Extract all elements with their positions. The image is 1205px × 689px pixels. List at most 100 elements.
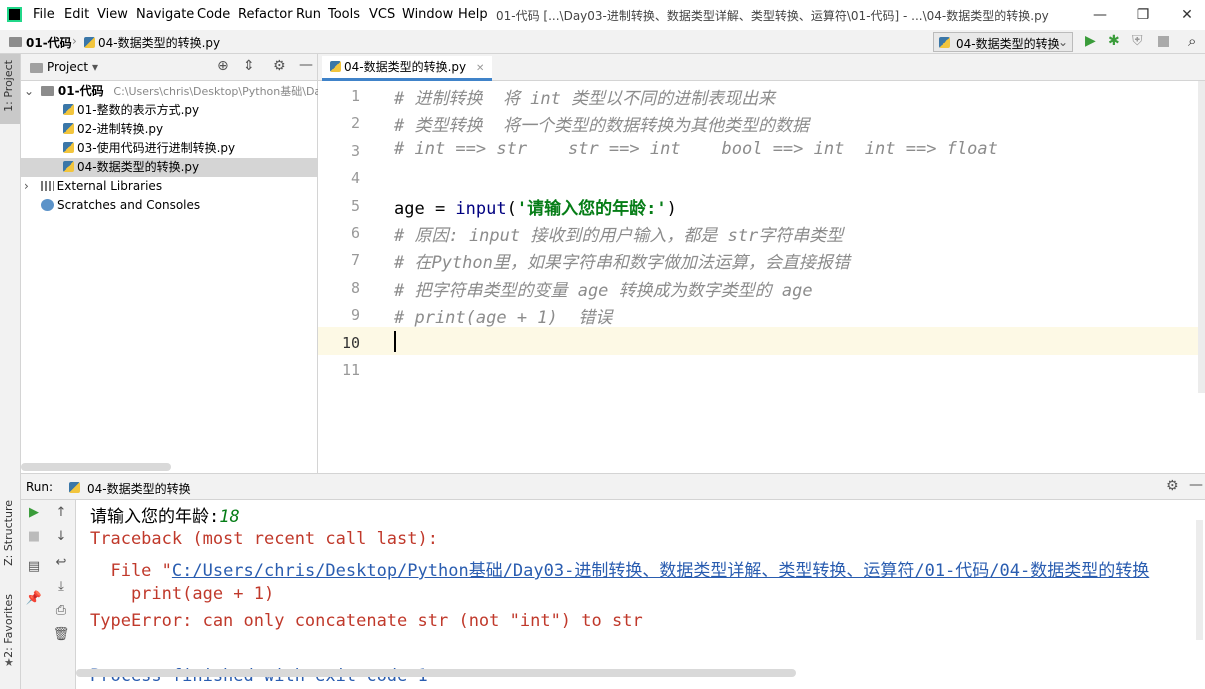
console-prompt-line: 请输入您的年龄:18 (90, 502, 240, 527)
menu-window[interactable]: Window (402, 7, 453, 22)
soft-wrap-icon[interactable]: ↩ (52, 554, 70, 572)
run-icon[interactable]: ▶ (1085, 33, 1096, 49)
scroll-to-end-icon[interactable]: ⤓ (52, 578, 70, 596)
menu-code[interactable]: Code (197, 7, 230, 22)
tree-file-label: 01-整数的表示方式.py (77, 103, 200, 117)
navigation-bar: 01-代码 › 04-数据类型的转换.py 04-数据类型的转换 ⌄ ▶ ✱ ⛨… (0, 30, 1205, 54)
code-line-3: # int ==> str str ==> int bool ==> int i… (394, 139, 998, 159)
restore-icon[interactable]: ❐ (1128, 4, 1158, 26)
tree-external-libraries[interactable]: › External Libraries (21, 177, 317, 196)
code-line-9: # print(age + 1) 错误 (394, 308, 613, 328)
console-file-prefix: File " (90, 561, 172, 581)
console-horizontal-scrollbar[interactable] (76, 669, 796, 677)
close-tab-icon[interactable]: ✕ (476, 63, 484, 74)
chevron-down-icon: ⌄ (24, 84, 35, 98)
console-error: TypeError: can only concatenate str (not… (90, 611, 643, 631)
menu-file[interactable]: File (33, 7, 55, 22)
favorites-tool-label[interactable]: 2: Favorites (2, 594, 15, 658)
breadcrumb-separator-icon: › (72, 34, 77, 48)
vertical-scrollbar[interactable] (1198, 81, 1205, 393)
tree-file[interactable]: 01-整数的表示方式.py (21, 101, 317, 120)
run-label: Run: (26, 480, 54, 494)
editor-tab-active[interactable]: 04-数据类型的转换.py ✕ (322, 56, 493, 81)
minimize-icon[interactable]: — (1085, 4, 1115, 26)
run-config-select[interactable]: 04-数据类型的转换 ⌄ (933, 32, 1073, 52)
code-string: '请输入您的年龄:' (516, 199, 667, 219)
layout-icon[interactable]: ▤ (25, 558, 43, 576)
console-file-link[interactable]: C:/Users/chris/Desktop/Python基础/Day03-进制… (172, 561, 1149, 581)
stop-icon[interactable]: ■ (25, 528, 43, 546)
folder-icon (40, 86, 54, 96)
menu-vcs[interactable]: VCS (369, 7, 395, 22)
breadcrumb-project[interactable]: 01-代码 (26, 34, 72, 51)
print-icon[interactable]: ⎙ (52, 602, 70, 620)
chevron-down-icon[interactable]: ▾ (92, 60, 98, 74)
up-arrow-icon[interactable]: ↑ (52, 504, 70, 522)
left-tool-strip: 1: Project Z: Structure 2: Favorites ★ (0, 54, 21, 689)
menu-help[interactable]: Help (458, 7, 488, 22)
library-icon (40, 181, 54, 191)
project-view-title[interactable]: Project (47, 60, 88, 74)
menu-refactor[interactable]: Refactor (238, 7, 293, 22)
line-number: 9 (350, 306, 360, 324)
code-line-2: # 类型转换 将一个类型的数据转换为其他类型的数据 (394, 116, 809, 136)
code-editor[interactable]: # 进制转换 将 int 类型以不同的进制表现出来 # 类型转换 将一个类型的数… (386, 81, 1205, 473)
console-output[interactable]: 请输入您的年龄:18 Traceback (most recent call l… (76, 500, 1205, 689)
python-file-icon (330, 61, 341, 72)
hide-icon[interactable]: — (1189, 477, 1203, 493)
debug-icon[interactable]: ✱ (1108, 33, 1120, 49)
folder-icon (9, 37, 22, 47)
code-paren: ) (666, 199, 677, 219)
editor-tab-label: 04-数据类型的转换.py (344, 60, 467, 74)
chevron-right-icon: › (24, 179, 29, 193)
collapse-icon[interactable]: ⇕ (243, 58, 255, 74)
rerun-icon[interactable]: ▶ (25, 504, 43, 522)
code-line-8: # 把字符串类型的变量 age 转换成为数字类型的 age (394, 281, 813, 301)
menu-view[interactable]: View (97, 7, 128, 22)
breadcrumb-file[interactable]: 04-数据类型的转换.py (98, 34, 220, 51)
gear-icon[interactable]: ⚙ (1166, 478, 1179, 494)
project-tool-button[interactable]: 1: Project (0, 54, 20, 124)
tree-root-name: 01-代码 (57, 84, 104, 98)
tree-scratches[interactable]: Scratches and Consoles (21, 196, 317, 215)
python-file-icon (63, 142, 74, 153)
line-number-current: 10 (341, 334, 360, 352)
menu-navigate[interactable]: Navigate (136, 7, 194, 22)
run-tab[interactable]: 04-数据类型的转换 (87, 480, 191, 497)
tree-file-label: 02-进制转换.py (77, 122, 164, 136)
window-title: 01-代码 [...\Day03-进制转换、数据类型详解、类型转换、运算符\01… (496, 9, 1049, 23)
search-icon[interactable]: ⌕ (1188, 32, 1196, 50)
project-folder-icon (30, 63, 43, 73)
tree-root[interactable]: ⌄ 01-代码 C:\Users\chris\Desktop\Python基础\… (21, 82, 328, 101)
gear-icon[interactable]: ⚙ (273, 58, 286, 74)
python-file-icon (69, 482, 80, 493)
horizontal-scrollbar[interactable] (21, 463, 171, 471)
close-icon[interactable]: ✕ (1172, 4, 1202, 26)
pin-icon[interactable]: 📌 (25, 590, 43, 608)
trash-icon[interactable]: 🗑 (52, 626, 70, 644)
tree-file[interactable]: 02-进制转换.py (21, 120, 317, 139)
tree-file[interactable]: 03-使用代码进行进制转换.py (21, 139, 317, 158)
hide-icon[interactable]: — (299, 57, 313, 73)
console-scrollbar[interactable] (1196, 520, 1203, 640)
console-traceback: Traceback (most recent call last): (90, 529, 438, 549)
project-pane-header: Project ▾ ⊕ ⇕ ⚙ — (21, 54, 317, 81)
menu-tools[interactable]: Tools (328, 7, 360, 22)
structure-tool-label[interactable]: Z: Structure (2, 500, 15, 566)
code-line-6: # 原因: input 接收到的用户输入，都是 str字符串类型 (394, 226, 844, 246)
menu-edit[interactable]: Edit (64, 7, 89, 22)
tree-scratches-label: Scratches and Consoles (57, 198, 201, 212)
menu-run[interactable]: Run (296, 7, 321, 22)
tree-file-selected[interactable]: 04-数据类型的转换.py (21, 158, 317, 177)
project-pane: Project ▾ ⊕ ⇕ ⚙ — ⌄ 01-代码 C:\Users\chris… (21, 54, 328, 473)
locate-icon[interactable]: ⊕ (217, 58, 229, 74)
down-arrow-icon[interactable]: ↓ (52, 528, 70, 546)
code-line-5: age = input('请输入您的年龄:') (394, 194, 677, 219)
python-file-icon (939, 37, 950, 48)
line-number: 5 (350, 197, 360, 215)
stop-icon[interactable] (1158, 36, 1169, 47)
console-file-line: File "C:/Users/chris/Desktop/Python基础/Da… (90, 556, 1149, 581)
python-file-icon (63, 161, 74, 172)
coverage-icon[interactable]: ⛨ (1132, 33, 1143, 49)
tree-external-label: External Libraries (56, 179, 163, 193)
